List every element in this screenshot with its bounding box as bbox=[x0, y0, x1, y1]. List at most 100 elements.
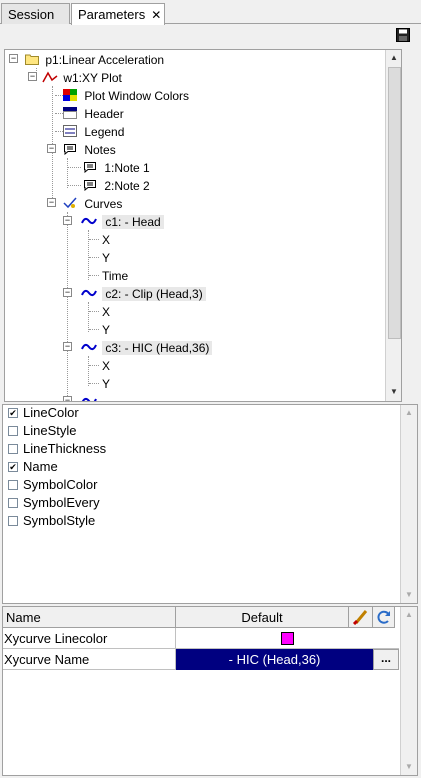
grid-scrollbar[interactable]: ▲ ▼ bbox=[400, 607, 417, 775]
tree-node-note-2[interactable]: 2:Note 2 bbox=[83, 177, 150, 195]
tree-label: Notes bbox=[84, 143, 116, 157]
tree-node-curve-c2[interactable]: c2: - Clip (Head,3) bbox=[81, 285, 206, 303]
collapse-toggle[interactable]: − bbox=[63, 342, 72, 351]
tree-label: Header bbox=[84, 107, 124, 121]
property-name: Xycurve Linecolor bbox=[3, 628, 176, 649]
property-name: Xycurve Name bbox=[3, 649, 176, 670]
checkbox-symbolevery[interactable] bbox=[8, 498, 18, 508]
curve-icon bbox=[81, 289, 97, 297]
tree-label: Curves bbox=[84, 197, 123, 211]
legend-icon bbox=[63, 125, 77, 137]
tree-node-c1-x[interactable]: X bbox=[102, 231, 110, 249]
tree-label: Y bbox=[102, 377, 111, 391]
linecolor-value[interactable] bbox=[176, 628, 399, 649]
scroll-down-icon[interactable]: ▼ bbox=[386, 384, 401, 400]
tree-label: Legend bbox=[84, 125, 125, 139]
tree-node-c1-y[interactable]: Y bbox=[102, 249, 110, 267]
attribute-label[interactable]: LineStyle bbox=[23, 423, 76, 438]
tree-label: Time bbox=[102, 269, 129, 283]
checkbox-linethickness[interactable] bbox=[8, 444, 18, 454]
tree-label: Y bbox=[102, 251, 111, 265]
attribute-label[interactable]: SymbolEvery bbox=[23, 495, 100, 510]
collapse-toggle[interactable]: − bbox=[9, 54, 18, 63]
note-icon bbox=[84, 180, 96, 192]
tree-node-notes[interactable]: Notes bbox=[63, 141, 116, 159]
tab-bar: Session Parameters ✕ bbox=[0, 0, 421, 25]
curves-icon bbox=[63, 197, 77, 209]
collapse-toggle[interactable]: − bbox=[63, 396, 72, 401]
scroll-down-icon[interactable]: ▼ bbox=[401, 759, 417, 775]
brush-button[interactable] bbox=[349, 607, 373, 628]
tree-node-plot-window-colors[interactable]: Plot Window Colors bbox=[63, 87, 189, 105]
tree-label: X bbox=[102, 233, 111, 247]
scroll-up-icon[interactable]: ▲ bbox=[401, 405, 417, 421]
tree-scrollbar[interactable]: ▲ ▼ bbox=[385, 50, 401, 401]
attribute-label[interactable]: SymbolColor bbox=[23, 477, 97, 492]
attribute-label[interactable]: Name bbox=[23, 459, 58, 474]
scroll-down-icon[interactable]: ▼ bbox=[401, 587, 417, 603]
tree-node-header[interactable]: Header bbox=[63, 105, 124, 123]
note-icon bbox=[64, 144, 76, 156]
tree-node-c2-x[interactable]: X bbox=[102, 303, 110, 321]
tree-node-curve-partial[interactable] bbox=[81, 393, 97, 401]
tab-parameters[interactable]: Parameters ✕ bbox=[71, 3, 165, 25]
tree-label: w1:XY Plot bbox=[63, 71, 122, 85]
attribute-label[interactable]: SymbolStyle bbox=[23, 513, 95, 528]
tree-node-c3-x[interactable]: X bbox=[102, 357, 110, 375]
tree-node-page[interactable]: p1:Linear Acceleration bbox=[25, 51, 164, 69]
scroll-thumb[interactable] bbox=[388, 67, 401, 339]
curve-icon bbox=[81, 217, 97, 225]
ellipsis-button[interactable]: ... bbox=[373, 649, 399, 670]
collapse-toggle[interactable]: − bbox=[63, 288, 72, 297]
tree-node-curves[interactable]: Curves bbox=[63, 195, 122, 213]
tree-label: c2: - Clip (Head,3) bbox=[102, 287, 206, 301]
tree-label: 1:Note 1 bbox=[104, 161, 150, 175]
tree-node-c2-y[interactable]: Y bbox=[102, 321, 110, 339]
colors-icon bbox=[63, 89, 77, 101]
collapse-toggle[interactable]: − bbox=[47, 198, 56, 207]
curve-icon bbox=[81, 397, 97, 401]
color-swatch[interactable] bbox=[281, 632, 294, 646]
tree-node-note-1[interactable]: 1:Note 1 bbox=[83, 159, 150, 177]
collapse-toggle[interactable]: − bbox=[47, 144, 56, 153]
tree-node-c3-y[interactable]: Y bbox=[102, 375, 110, 393]
tree-node-window[interactable]: w1:XY Plot bbox=[42, 69, 122, 87]
tab-label: Parameters bbox=[78, 7, 146, 22]
tree-node-c1-time[interactable]: Time bbox=[102, 267, 128, 285]
refresh-icon bbox=[377, 610, 390, 624]
tree-node-curve-c1[interactable]: c1: - Head bbox=[81, 213, 164, 231]
refresh-button[interactable] bbox=[373, 607, 395, 628]
checkbox-symbolcolor[interactable] bbox=[8, 480, 18, 490]
tree-node-curve-c3[interactable]: c3: - HIC (Head,36) bbox=[81, 339, 213, 357]
checkbox-symbolstyle[interactable] bbox=[8, 516, 18, 526]
scroll-up-icon[interactable]: ▲ bbox=[401, 607, 417, 623]
collapse-toggle[interactable]: − bbox=[28, 72, 37, 81]
brush-icon bbox=[352, 610, 368, 625]
close-icon[interactable]: ✕ bbox=[151, 8, 161, 22]
tree-label: c1: - Head bbox=[102, 215, 164, 229]
tree-label: 2:Note 2 bbox=[104, 179, 150, 193]
checkbox-linestyle[interactable] bbox=[8, 426, 18, 436]
checkbox-name[interactable]: ✔ bbox=[8, 462, 18, 472]
tab-session[interactable]: Session bbox=[1, 3, 70, 24]
tree-panel: − p1:Linear Acceleration − w1:XY Plot Pl… bbox=[4, 49, 402, 402]
tree-label: X bbox=[102, 359, 111, 373]
attribute-list-panel: ✔ LineColor LineStyle LineThickness ✔ Na… bbox=[2, 404, 418, 604]
save-icon[interactable] bbox=[396, 28, 410, 42]
attribute-label[interactable]: LineColor bbox=[23, 405, 79, 420]
note-icon bbox=[84, 162, 96, 174]
attribute-label[interactable]: LineThickness bbox=[23, 441, 106, 456]
column-header-default[interactable]: Default bbox=[176, 607, 349, 628]
tree-label: p1:Linear Acceleration bbox=[45, 53, 165, 67]
scroll-up-icon[interactable]: ▲ bbox=[386, 50, 401, 66]
xy-plot-icon bbox=[42, 71, 58, 83]
attribute-scrollbar[interactable]: ▲ ▼ bbox=[400, 405, 417, 603]
column-header-name[interactable]: Name bbox=[3, 607, 176, 628]
checkbox-linecolor[interactable]: ✔ bbox=[8, 408, 18, 418]
curve-icon bbox=[81, 343, 97, 351]
tree-label: X bbox=[102, 305, 111, 319]
tab-label: Session bbox=[8, 7, 55, 22]
tree-node-legend[interactable]: Legend bbox=[63, 123, 124, 141]
curve-name-field[interactable]: - HIC (Head,36) bbox=[176, 649, 373, 670]
collapse-toggle[interactable]: − bbox=[63, 216, 72, 225]
